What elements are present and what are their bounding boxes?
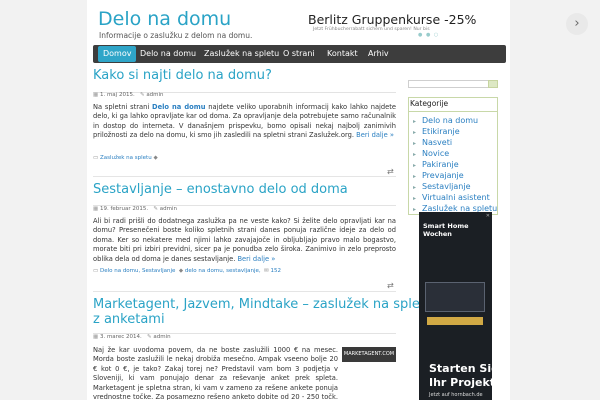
inline-link[interactable]: Delo na domu <box>152 103 205 111</box>
bullet-icon: ▸ <box>413 140 417 147</box>
share-icon[interactable]: ⇄ <box>387 281 394 290</box>
category-item[interactable]: Delo na domu <box>422 116 478 125</box>
category-item[interactable]: Etikiranje <box>422 127 460 136</box>
bullet-icon: ▸ <box>413 118 417 125</box>
post-author[interactable]: admin <box>160 206 177 212</box>
search-input[interactable] <box>408 80 498 88</box>
post-categories: ▭ Delo na domu, Sestavljanje ◆ delo na d… <box>93 268 281 274</box>
ad-subtitle: Jetzt Frühbucherrabatt sichern und spare… <box>313 27 430 32</box>
ad-headline: Starten Sie Ihr Projekt <box>429 362 492 389</box>
post-date: 1. maj 2015. <box>99 92 135 98</box>
calendar-icon: ▦ <box>93 206 100 212</box>
site-title[interactable]: Delo na domu <box>98 8 231 30</box>
nav-item-o-strani[interactable]: O strani <box>283 45 315 63</box>
category-item[interactable]: Sestavljanje <box>422 182 471 191</box>
nav-item-kontakt[interactable]: Kontakt <box>327 45 358 63</box>
comment-count[interactable]: 152 <box>271 268 282 274</box>
post-title[interactable]: Sestavljanje – enostavno delo od doma <box>93 182 348 198</box>
post-meta: ▦ 19. februar 2015. ✎ admin <box>93 206 177 212</box>
category-item[interactable]: Pakiranje <box>422 160 459 169</box>
folder-icon: ▭ <box>93 268 100 274</box>
main-navigation: Domov Delo na domu Zaslužek na spletu O … <box>93 45 506 63</box>
sidebar-ad[interactable]: ✕ Smart Home Wochen Starten Sie Ihr Proj… <box>419 212 492 400</box>
post-excerpt: Ali bi radi prišli do dodatnega zaslužka… <box>93 217 396 264</box>
post-excerpt: Na spletni strani Delo na domu najdete v… <box>93 103 396 141</box>
post-title[interactable]: Kako si najti delo na domu? <box>93 68 272 84</box>
post-excerpt: Naj že kar uvodoma povem, da ne boste za… <box>93 346 338 400</box>
post-author[interactable]: admin <box>153 334 170 340</box>
post-thumbnail[interactable]: MARKETAGENT.COM <box>342 347 396 362</box>
post-date: 19. februar 2015. <box>99 206 149 212</box>
post-separator <box>93 291 396 292</box>
read-more-link[interactable]: Beri dalje » <box>237 255 275 263</box>
site-description: Informacije o zaslužku z delom na domu. <box>99 31 253 40</box>
bullet-icon: ▸ <box>413 195 417 202</box>
bullet-icon: ▸ <box>413 173 417 180</box>
bullet-icon: ▸ <box>413 206 417 213</box>
category-link[interactable]: Delo na domu, Sestavljanje <box>100 268 175 274</box>
bullet-icon: ▸ <box>413 184 417 191</box>
page: Delo na domu Informacije o zaslužku z de… <box>0 0 600 400</box>
category-item[interactable]: Prevajanje <box>422 171 464 180</box>
post-date: 3. marec 2014. <box>99 334 142 340</box>
widget-divider <box>408 111 498 112</box>
widget-title: Kategorije <box>410 99 449 108</box>
ad-pagination-dots: ● ● ○ <box>418 32 440 38</box>
light-graphic <box>427 317 483 325</box>
post-title[interactable]: Marketagent, Jazvem, Mindtake – zaslužek… <box>93 297 433 313</box>
nav-item-domov[interactable]: Domov <box>98 46 137 62</box>
category-item[interactable]: Nasveti <box>422 138 452 147</box>
share-icon[interactable]: ⇄ <box>387 167 394 176</box>
bullet-icon: ▸ <box>413 151 417 158</box>
category-link[interactable]: Zaslužek na spletu <box>100 155 152 161</box>
top-ad-banner[interactable]: Berlitz Gruppenkurse -25% Jetzt Frühbuch… <box>278 10 592 40</box>
ad-close-icon[interactable]: ✕ <box>486 213 490 219</box>
folder-icon: ▭ <box>93 155 100 161</box>
ad-title[interactable]: Berlitz Gruppenkurse -25% <box>308 12 476 27</box>
search-button[interactable] <box>488 80 498 88</box>
ad-next-arrow-icon[interactable]: › <box>566 13 588 35</box>
post-separator <box>93 176 396 177</box>
ad-brand: Smart Home Wochen <box>423 222 469 238</box>
calendar-icon: ▦ <box>93 92 100 98</box>
category-item[interactable]: Novice <box>422 149 449 158</box>
nav-item-arhiv[interactable]: Arhiv <box>368 45 389 63</box>
bullet-icon: ▸ <box>413 162 417 169</box>
read-more-link[interactable]: Beri dalje » <box>356 131 394 139</box>
post-meta: ▦ 1. maj 2015. ✎ admin <box>93 92 164 98</box>
tag-link[interactable]: delo na domu, sestavljanje, <box>185 268 261 274</box>
nav-item-zasluzek-na-spletu[interactable]: Zaslužek na spletu <box>204 45 279 63</box>
house-image <box>425 282 485 312</box>
post-author[interactable]: admin <box>146 92 163 98</box>
tag-icon: ◆ <box>153 155 158 161</box>
bullet-icon: ▸ <box>413 129 417 136</box>
ad-footer: Jetzt auf hornbach.de <box>429 392 483 398</box>
excerpt-text: Na spletni strani <box>93 103 153 111</box>
category-item[interactable]: Virtualni asistent <box>422 193 490 202</box>
post-categories: ▭ Zaslužek na spletu ◆ <box>93 155 158 161</box>
post-meta: ▦ 3. marec 2014. ✎ admin <box>93 334 171 340</box>
nav-item-delo-na-domu[interactable]: Delo na domu <box>140 45 196 63</box>
post-title-continued[interactable]: z anketami <box>93 312 165 328</box>
calendar-icon: ▦ <box>93 334 100 340</box>
